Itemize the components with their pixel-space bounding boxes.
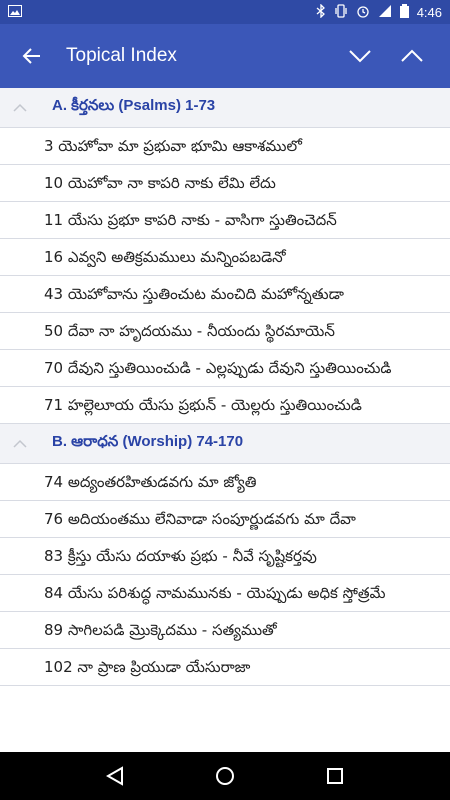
list-item[interactable]: 70 దేవుని స్తుతియించుడి - ఎల్లప్పుడు దేవ… (0, 350, 450, 387)
chevron-down-icon (349, 50, 371, 63)
chevron-up-icon (0, 103, 40, 112)
square-recents-icon (327, 768, 343, 784)
circle-home-icon (216, 767, 234, 785)
section-header-worship[interactable]: B. ఆరాధన (Worship) 74-170 (0, 424, 450, 464)
clock: 4:46 (416, 4, 442, 20)
list-item[interactable]: 10 యెహోవా నా కాపరి నాకు లేమి లేదు (0, 165, 450, 202)
section-label: A. కీర్తనలు (Psalms) 1-73 (52, 97, 216, 114)
triangle-back-icon (106, 766, 123, 786)
chevron-up-icon (401, 49, 423, 62)
section-header-psalms[interactable]: A. కీర్తనలు (Psalms) 1-73 (0, 88, 450, 128)
nav-recents-button[interactable] (315, 756, 355, 796)
back-button[interactable] (16, 40, 48, 72)
battery-icon (399, 4, 409, 20)
list-item[interactable]: 43 యెహోవాను స్తుతించుట మంచిది మహోన్నతుడా (0, 276, 450, 313)
signal-icon (378, 4, 392, 20)
collapse-all-button[interactable] (386, 32, 438, 80)
list-item[interactable]: 50 దేవా నా హృదయము - నీయందు స్థిరమాయెన్ (0, 313, 450, 350)
section-label: B. ఆరాధన (Worship) 74-170 (52, 433, 244, 450)
list-item[interactable]: 71 హల్లెలూయ యేసు ప్రభున్ - యెల్లరు స్తుత… (0, 387, 450, 424)
list-item[interactable]: 89 సాగిలపడి మ్రొక్కెదము - సత్యముతో (0, 612, 450, 649)
list-item[interactable]: 102 నా ప్రాణ ప్రియుడా యేసురాజా (0, 649, 450, 686)
list-item[interactable]: 84 యేసు పరిశుద్ధ నామమునకు - యెప్పుడు అధి… (0, 575, 450, 612)
page-title: Topical Index (66, 45, 177, 66)
list-item[interactable]: 16 ఎవ్వని అతిక్రమములు మన్నింపబడెనో (0, 239, 450, 276)
alarm-icon (356, 4, 370, 20)
list-item[interactable]: 83 క్రీస్తు యేసు దయాళు ప్రభు - నీవే సృష్… (0, 538, 450, 575)
app-bar: Topical Index (0, 24, 450, 88)
expand-all-button[interactable] (334, 32, 386, 80)
vibrate-icon (334, 4, 348, 20)
system-nav-bar (0, 752, 450, 800)
topic-list: A. కీర్తనలు (Psalms) 1-73 3 యెహోవా మా ప్… (0, 88, 450, 752)
chevron-up-icon (0, 439, 40, 448)
list-item[interactable]: 11 యేసు ప్రభూ కాపరి నాకు - వాసిగా స్తుతి… (0, 202, 450, 239)
nav-back-button[interactable] (95, 756, 135, 796)
image-notification-icon (8, 5, 22, 19)
nav-home-button[interactable] (205, 756, 245, 796)
list-item[interactable]: 76 అదియంతము లేనివాడా సంపూర్ణుడవగు మా దేవ… (0, 501, 450, 538)
status-bar: 4:46 (0, 0, 450, 24)
list-item[interactable]: 3 యెహోవా మా ప్రభువా భూమి ఆకాశములో (0, 128, 450, 165)
list-item[interactable]: 74 అద్యంతరహితుడవగు మా జ్యోతి (0, 464, 450, 501)
arrow-left-icon (22, 48, 40, 64)
bluetooth-icon (316, 3, 326, 20)
